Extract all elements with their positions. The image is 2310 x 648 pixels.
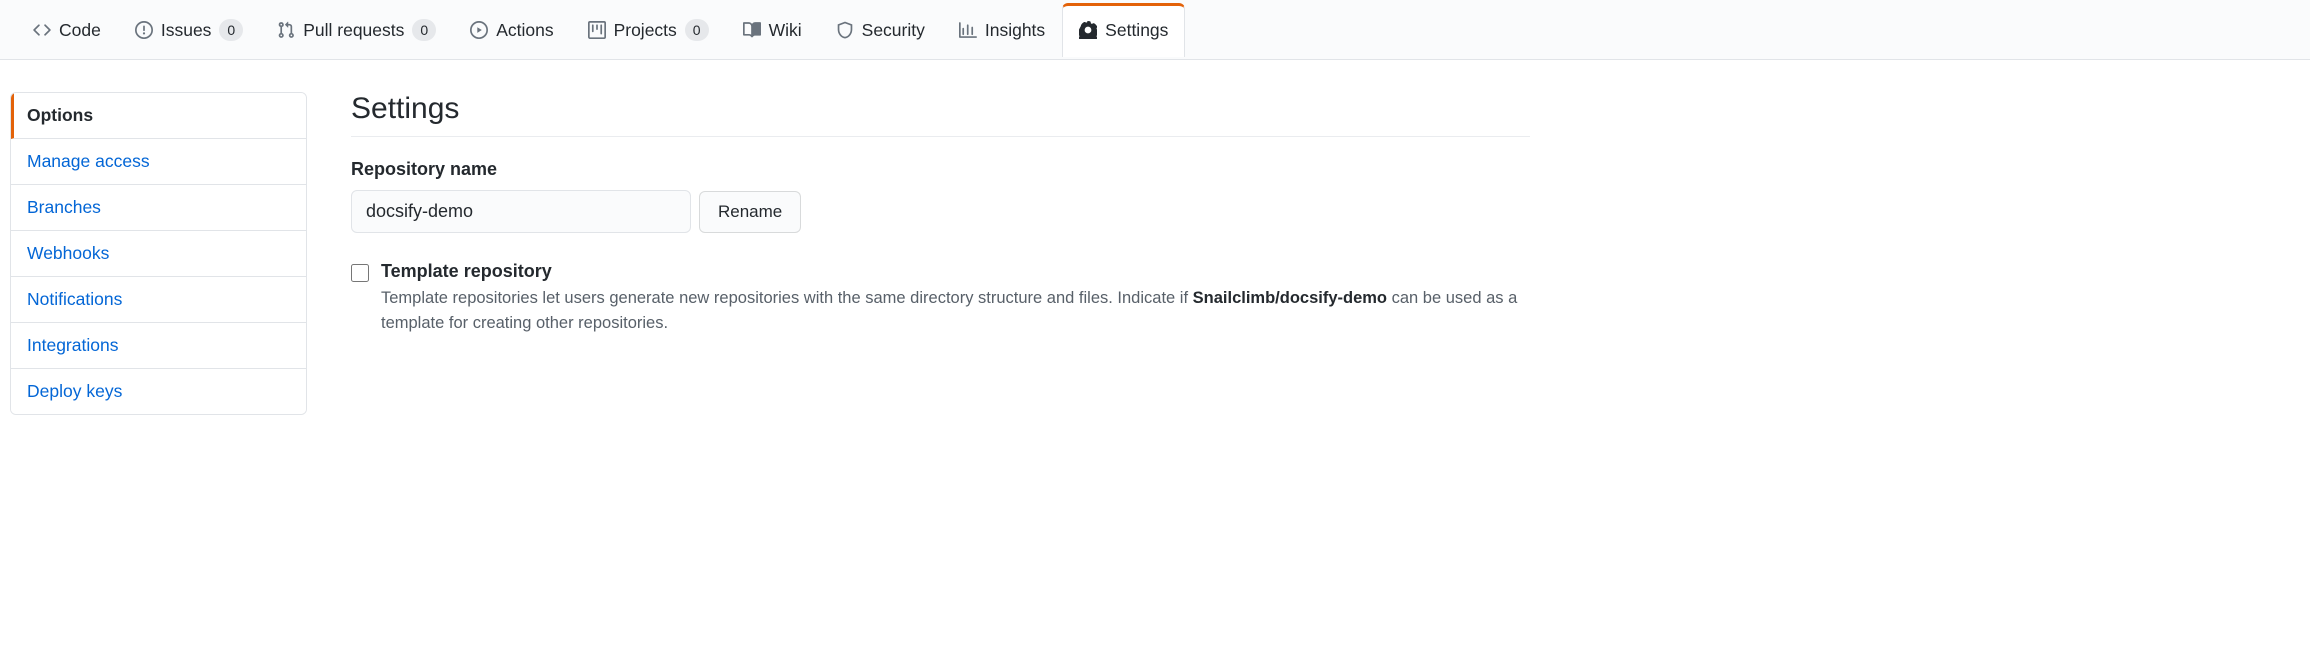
projects-count: 0 — [685, 19, 709, 41]
sidebar-item-webhooks[interactable]: Webhooks — [11, 231, 306, 277]
sidebar-item-notifications[interactable]: Notifications — [11, 277, 306, 323]
sidebar-item-label: Branches — [27, 197, 101, 217]
sidebar-item-deploy-keys[interactable]: Deploy keys — [11, 369, 306, 414]
template-repo-desc: Template repositories let users generate… — [381, 286, 1530, 336]
play-icon — [470, 21, 488, 39]
gear-icon — [1079, 21, 1097, 39]
sidebar-item-manage-access[interactable]: Manage access — [11, 139, 306, 185]
repo-full-name: Snailclimb/docsify-demo — [1193, 289, 1387, 307]
page-title: Settings — [351, 92, 1530, 137]
template-repo-body: Template repository Template repositorie… — [381, 261, 1530, 336]
tab-security[interactable]: Security — [819, 2, 942, 57]
graph-icon — [959, 21, 977, 39]
tab-label: Actions — [496, 17, 553, 43]
tab-label: Issues — [161, 17, 212, 43]
template-repo-title: Template repository — [381, 261, 1530, 282]
tab-issues[interactable]: Issues 0 — [118, 2, 260, 57]
tab-projects[interactable]: Projects 0 — [571, 2, 726, 57]
tab-code[interactable]: Code — [16, 2, 118, 57]
git-pull-request-icon — [277, 21, 295, 39]
template-repo-row: Template repository Template repositorie… — [351, 261, 1530, 336]
shield-icon — [836, 21, 854, 39]
tab-actions[interactable]: Actions — [453, 2, 570, 57]
settings-menu: Options Manage access Branches Webhooks … — [10, 92, 307, 415]
tab-label: Code — [59, 17, 101, 43]
tab-insights[interactable]: Insights — [942, 2, 1062, 57]
template-repo-checkbox[interactable] — [351, 264, 369, 282]
rename-button[interactable]: Rename — [699, 191, 801, 233]
code-icon — [33, 21, 51, 39]
sidebar-item-label: Manage access — [27, 151, 150, 171]
sidebar-item-label: Notifications — [27, 289, 122, 309]
tab-label: Projects — [614, 17, 677, 43]
issues-count: 0 — [219, 19, 243, 41]
issue-icon — [135, 21, 153, 39]
settings-main: Settings Repository name Rename Template… — [351, 92, 1530, 415]
repo-name-label: Repository name — [351, 159, 1530, 180]
sidebar-item-label: Deploy keys — [27, 381, 122, 401]
repo-name-row: Rename — [351, 190, 1530, 233]
repo-tabnav: Code Issues 0 Pull requests 0 Actions Pr… — [0, 0, 2310, 60]
settings-container: Options Manage access Branches Webhooks … — [0, 60, 1540, 447]
pulls-count: 0 — [412, 19, 436, 41]
project-icon — [588, 21, 606, 39]
sidebar-item-integrations[interactable]: Integrations — [11, 323, 306, 369]
tab-label: Settings — [1105, 17, 1168, 43]
settings-sidebar: Options Manage access Branches Webhooks … — [10, 92, 307, 415]
tab-pull-requests[interactable]: Pull requests 0 — [260, 2, 453, 57]
tab-settings[interactable]: Settings — [1062, 3, 1185, 57]
sidebar-item-branches[interactable]: Branches — [11, 185, 306, 231]
book-icon — [743, 21, 761, 39]
sidebar-item-options[interactable]: Options — [11, 93, 306, 139]
tab-label: Pull requests — [303, 17, 404, 43]
tab-label: Security — [862, 17, 925, 43]
tab-wiki[interactable]: Wiki — [726, 2, 819, 57]
sidebar-item-label: Options — [27, 105, 93, 125]
sidebar-item-label: Integrations — [27, 335, 118, 355]
tab-label: Wiki — [769, 17, 802, 43]
sidebar-item-label: Webhooks — [27, 243, 109, 263]
tab-label: Insights — [985, 17, 1045, 43]
desc-text-before: Template repositories let users generate… — [381, 289, 1193, 307]
repo-name-input[interactable] — [351, 190, 691, 233]
